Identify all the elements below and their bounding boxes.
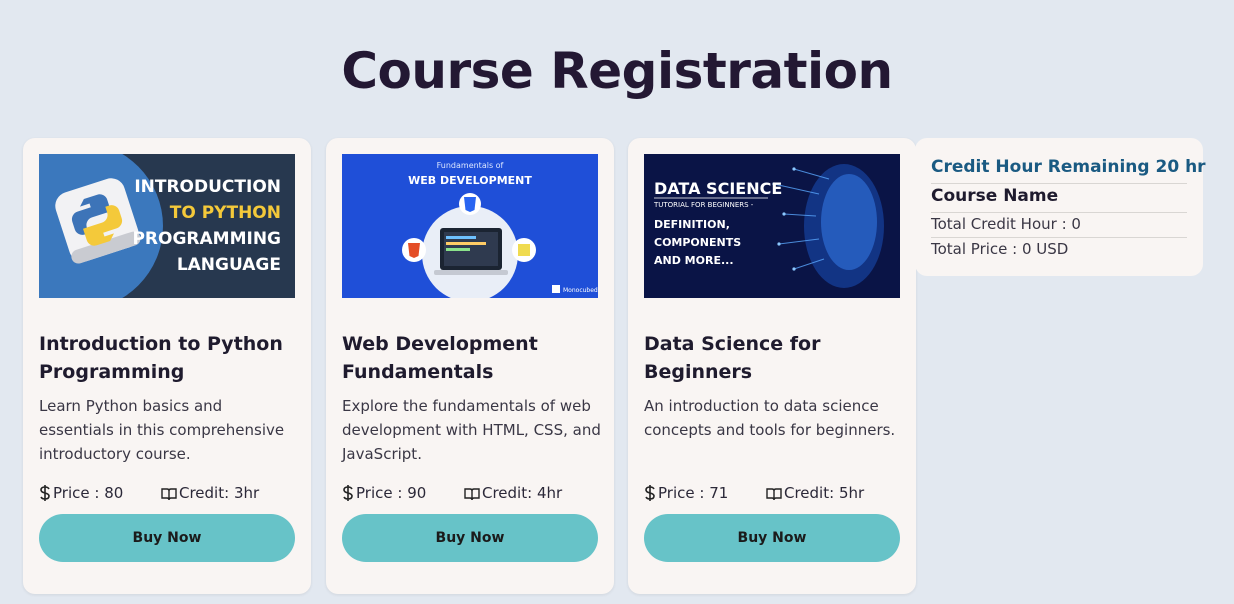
- dollar-icon: [645, 485, 655, 501]
- buy-now-button[interactable]: Buy Now: [342, 514, 598, 562]
- thumb-python-line-3: PROGRAMMING: [132, 229, 281, 249]
- book-icon: [161, 488, 177, 501]
- credit-value: 5hr: [838, 484, 865, 502]
- thumb-web-big: WEB DEVELOPMENT: [408, 174, 532, 187]
- price-value: 80: [104, 484, 124, 502]
- course-name-heading: Course Name: [931, 186, 1187, 213]
- buy-now-button[interactable]: Buy Now: [644, 514, 900, 562]
- thumb-ds-line-3: AND MORE...: [654, 254, 734, 267]
- book-icon: [464, 488, 480, 501]
- price-label: Price :: [356, 484, 408, 502]
- price-label: Price :: [658, 484, 710, 502]
- dollar-icon: [40, 485, 50, 501]
- course-card-data-science: DATA SCIENCE TUTORIAL FOR BEGINNERS - DE…: [628, 138, 916, 594]
- page-title: Course Registration: [341, 42, 893, 100]
- course-description: Learn Python basics and essentials in th…: [39, 397, 285, 463]
- credit-label: Credit:: [482, 484, 537, 502]
- course-title: Introduction to Python Programming: [39, 333, 283, 383]
- course-price: Price : 80: [39, 484, 123, 502]
- course-thumbnail-data-science: DATA SCIENCE TUTORIAL FOR BEGINNERS - DE…: [644, 154, 900, 298]
- course-meta: Price : 80 Credit: 3hr: [39, 484, 295, 504]
- course-credit: Credit: 4hr: [464, 484, 562, 502]
- credit-label: Credit:: [179, 484, 234, 502]
- thumb-ds-line-1: DEFINITION,: [654, 218, 730, 231]
- thumb-ds-line-2: COMPONENTS: [654, 236, 741, 249]
- credit-label: Credit:: [784, 484, 839, 502]
- price-label: Price :: [53, 484, 105, 502]
- credit-value: 4hr: [536, 484, 563, 502]
- credit-hour-remaining: Credit Hour Remaining 20 hr: [931, 157, 1206, 184]
- course-price: Price : 71: [644, 484, 728, 502]
- thumb-python-line-4: LANGUAGE: [177, 255, 281, 275]
- course-meta: Price : 90 Credit: 4hr: [342, 484, 598, 504]
- course-description: Explore the fundamentals of web developm…: [342, 397, 601, 463]
- course-card-python: INTRODUCTION TO PYTHON PROGRAMMING LANGU…: [23, 138, 311, 594]
- course-card-web: Fundamentals of WEB DEVELOPMENT Monocube…: [326, 138, 614, 594]
- dollar-icon: [343, 485, 353, 501]
- price-value: 71: [709, 484, 729, 502]
- total-price: Total Price : 0 USD: [931, 240, 1069, 258]
- course-title: Web Development Fundamentals: [342, 333, 538, 383]
- credit-value: 3hr: [233, 484, 260, 502]
- price-value: 90: [407, 484, 427, 502]
- course-title: Data Science for Beginners: [644, 333, 821, 383]
- course-price: Price : 90: [342, 484, 426, 502]
- thumb-web-small: Fundamentals of: [437, 161, 504, 170]
- total-credit-hour: Total Credit Hour : 0: [931, 215, 1187, 238]
- cart-summary: Credit Hour Remaining 20 hr Course Name …: [915, 138, 1206, 276]
- course-credit: Credit: 5hr: [766, 484, 864, 502]
- book-icon: [766, 488, 782, 501]
- course-credit: Credit: 3hr: [161, 484, 259, 502]
- buy-now-button[interactable]: Buy Now: [39, 514, 295, 562]
- thumb-python-line-1: INTRODUCTION: [134, 177, 281, 197]
- course-thumbnail-web: Fundamentals of WEB DEVELOPMENT Monocube…: [342, 154, 598, 298]
- course-description: An introduction to data science concepts…: [644, 397, 896, 439]
- course-thumbnail-python: INTRODUCTION TO PYTHON PROGRAMMING LANGU…: [39, 154, 295, 298]
- thumb-ds-sub: TUTORIAL FOR BEGINNERS -: [653, 201, 754, 209]
- thumb-ds-big: DATA SCIENCE: [654, 179, 782, 198]
- course-meta: Price : 71 Credit: 5hr: [644, 484, 900, 504]
- thumb-python-line-2: TO PYTHON: [170, 203, 281, 223]
- thumb-web-brand: Monocubed: [563, 287, 598, 294]
